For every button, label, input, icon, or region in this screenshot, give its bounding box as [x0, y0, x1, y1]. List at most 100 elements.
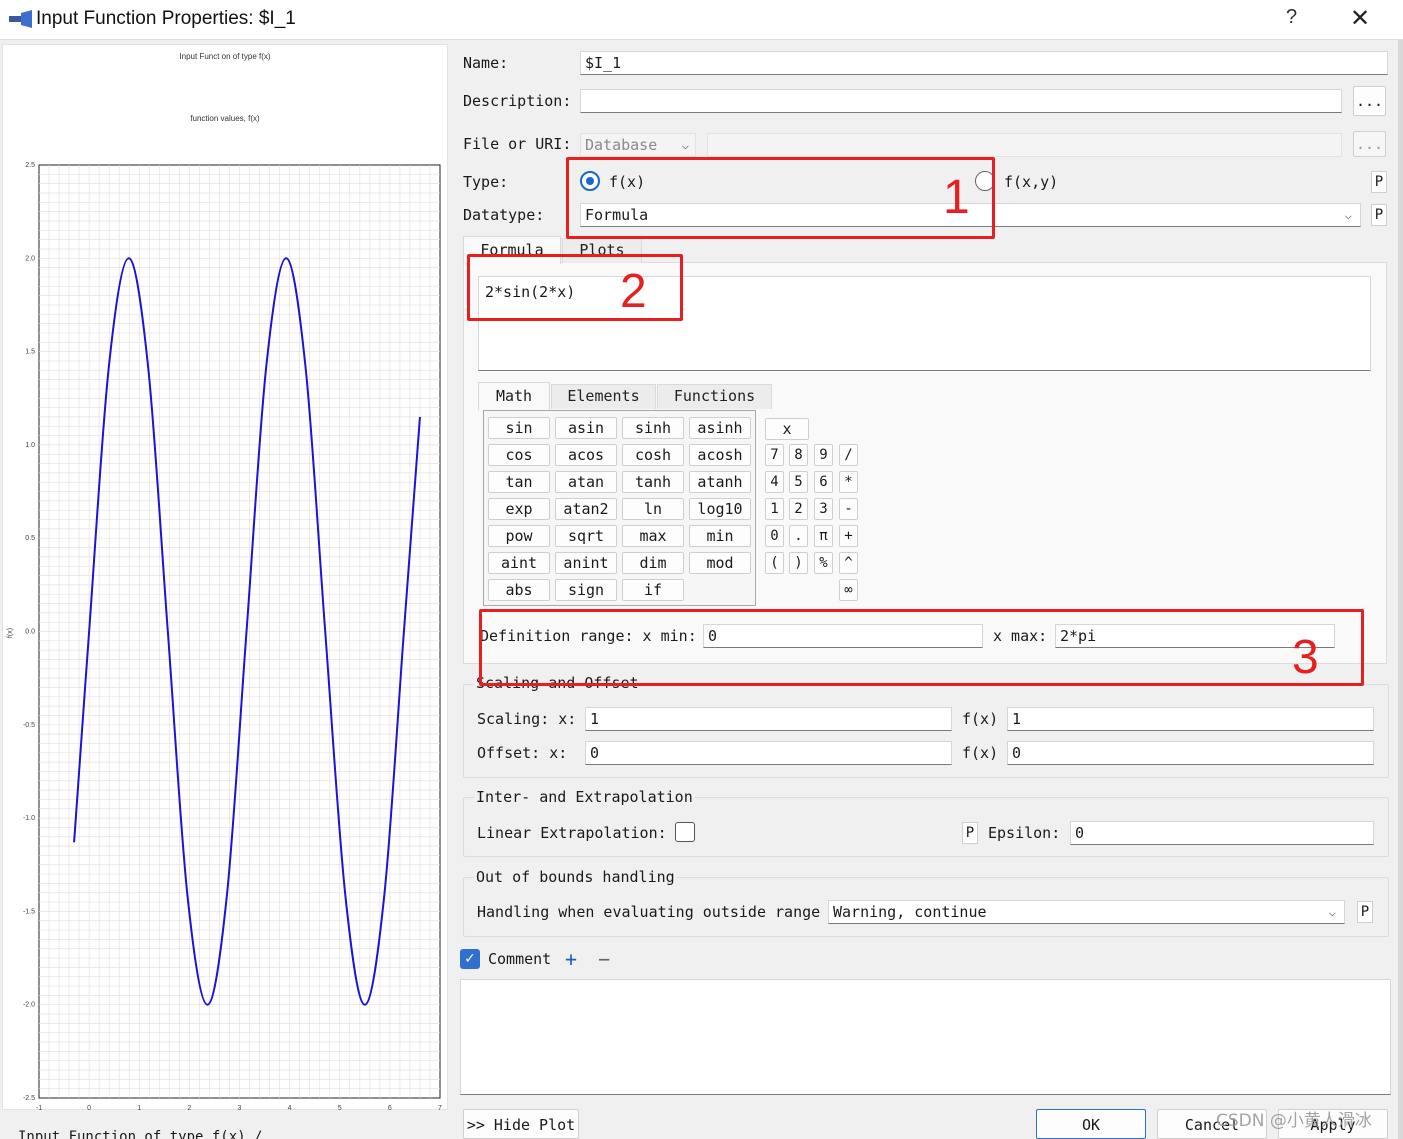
func-anint-button[interactable]: anint [555, 552, 617, 574]
help-button[interactable]: ? [1286, 6, 1297, 29]
func-min-button[interactable]: min [689, 525, 751, 547]
key-button[interactable]: - [839, 498, 858, 520]
tab-functions[interactable]: Functions [657, 384, 772, 409]
func-exp-button[interactable]: exp [488, 498, 550, 520]
func-aint-button[interactable]: aint [488, 552, 550, 574]
key-button[interactable]: 6 [814, 471, 833, 493]
key-button[interactable]: 4 [765, 471, 784, 493]
func-acosh-button[interactable]: acosh [689, 444, 751, 466]
func-tanh-button[interactable]: tanh [622, 471, 684, 493]
file-uri-input[interactable] [707, 133, 1342, 157]
func-acos-button[interactable]: acos [555, 444, 617, 466]
hide-plot-button[interactable]: >> Hide Plot [463, 1109, 579, 1139]
key-button[interactable]: * [839, 471, 858, 493]
func-cosh-button[interactable]: cosh [622, 444, 684, 466]
y-tick-label: 1.5 [25, 349, 35, 356]
plot-title: Input Funct on of type f(x) [179, 52, 270, 61]
epsilon-p-button[interactable]: P [962, 822, 978, 844]
x-tick-label: 4 [288, 1105, 292, 1111]
func-mod-button[interactable]: mod [689, 552, 751, 574]
key-button[interactable]: 2 [789, 498, 808, 520]
description-browse-button[interactable]: ... [1353, 86, 1386, 116]
key-button[interactable]: 8 [789, 444, 808, 466]
type-fxy-label: f(x,y) [1004, 173, 1059, 191]
epsilon-input[interactable]: 0 [1070, 821, 1374, 845]
key-button[interactable]: % [814, 552, 833, 574]
key-button[interactable]: + [839, 525, 858, 547]
key-button[interactable]: 1 [765, 498, 784, 520]
datatype-p-button[interactable]: P [1371, 204, 1387, 226]
annotation-number-3: 3 [1292, 631, 1319, 684]
app-icon [9, 10, 32, 28]
key-button[interactable]: ) [789, 552, 808, 574]
offset-label: Offset: x: [477, 744, 568, 762]
y-tick-label: 0.5 [25, 535, 35, 542]
comment-add-button[interactable]: + [565, 947, 577, 971]
tab-math[interactable]: Math [478, 382, 550, 410]
x-tick-label: 3 [238, 1105, 242, 1111]
func-if-button[interactable]: if [622, 579, 684, 601]
func-atan-button[interactable]: atan [555, 471, 617, 493]
scaling-x-input[interactable]: 1 [585, 707, 952, 731]
func-sqrt-button[interactable]: sqrt [555, 525, 617, 547]
y-tick-label: 0.0 [25, 629, 35, 636]
key-button[interactable]: ( [765, 552, 784, 574]
key-button[interactable]: 9 [814, 444, 833, 466]
key-infinity-button[interactable]: ∞ [839, 579, 858, 601]
watermark: CSDN @小黄人滑冰 [1216, 1111, 1372, 1131]
offset-x-input[interactable]: 0 [585, 741, 952, 765]
func-dim-button[interactable]: dim [622, 552, 684, 574]
func-max-button[interactable]: max [622, 525, 684, 547]
offset-fx-label: f(x) [962, 744, 999, 762]
comment-checkbox[interactable]: ✓ [460, 949, 480, 969]
type-p-button[interactable]: P [1371, 171, 1387, 193]
func-abs-button[interactable]: abs [488, 579, 550, 601]
tab-elements[interactable]: Elements [551, 384, 656, 409]
chevron-down-icon: ⌵ [681, 138, 689, 152]
comment-remove-button[interactable]: − [598, 947, 610, 971]
func-pow-button[interactable]: pow [488, 525, 550, 547]
epsilon-label: Epsilon: [988, 824, 1061, 842]
func-ln-button[interactable]: ln [622, 498, 684, 520]
scaling-fx-input[interactable]: 1 [1007, 707, 1374, 731]
key-button[interactable]: 0 [765, 525, 784, 547]
func-tan-button[interactable]: tan [488, 471, 550, 493]
key-button[interactable]: 5 [789, 471, 808, 493]
comment-textarea[interactable] [460, 979, 1391, 1095]
bounds-p-button[interactable]: P [1357, 901, 1373, 923]
file-label: File or URI: [463, 135, 572, 153]
offset-fx-input[interactable]: 0 [1007, 741, 1374, 765]
func-sin-button[interactable]: sin [488, 417, 550, 439]
key-button[interactable]: 7 [765, 444, 784, 466]
x-tick-label: 6 [388, 1105, 392, 1111]
file-browse-button[interactable]: ... [1353, 131, 1386, 157]
title-bar: Input Function Properties: $I_1 ? ✕ [0, 0, 1403, 40]
close-button[interactable]: ✕ [1350, 4, 1370, 33]
name-input[interactable]: $I_1 [580, 51, 1388, 75]
func-asin-button[interactable]: asin [555, 417, 617, 439]
description-input[interactable] [580, 89, 1342, 113]
func-atanh-button[interactable]: atanh [689, 471, 751, 493]
key-button[interactable]: ^ [839, 552, 858, 574]
y-tick-label: 2.5 [25, 162, 35, 169]
func-asinh-button[interactable]: asinh [689, 417, 751, 439]
key-button[interactable]: / [839, 444, 858, 466]
func-sinh-button[interactable]: sinh [622, 417, 684, 439]
window-title: Input Function Properties: $I_1 [36, 8, 296, 29]
ok-button[interactable]: OK [1036, 1109, 1146, 1139]
plot-panel: Input Funct on of type f(x) function val… [2, 44, 448, 1139]
func-log10-button[interactable]: log10 [689, 498, 751, 520]
key-button[interactable]: . [789, 525, 808, 547]
plot-subtitle: function values, f(x) [190, 114, 260, 123]
func-cos-button[interactable]: cos [488, 444, 550, 466]
func-sign-button[interactable]: sign [555, 579, 617, 601]
annotation-box-2 [467, 254, 683, 321]
linear-extrapolation-checkbox[interactable] [675, 822, 695, 842]
bounds-select[interactable]: Warning, continue ⌵ [828, 900, 1345, 924]
key-button[interactable]: π [814, 525, 833, 547]
key-button[interactable]: 3 [814, 498, 833, 520]
func-atan2-button[interactable]: atan2 [555, 498, 617, 520]
key-x-button[interactable]: x [765, 418, 809, 440]
file-source-select[interactable]: Database ⌵ [580, 133, 696, 157]
plot-caption: Input Function of type f(x) / [18, 1129, 263, 1139]
